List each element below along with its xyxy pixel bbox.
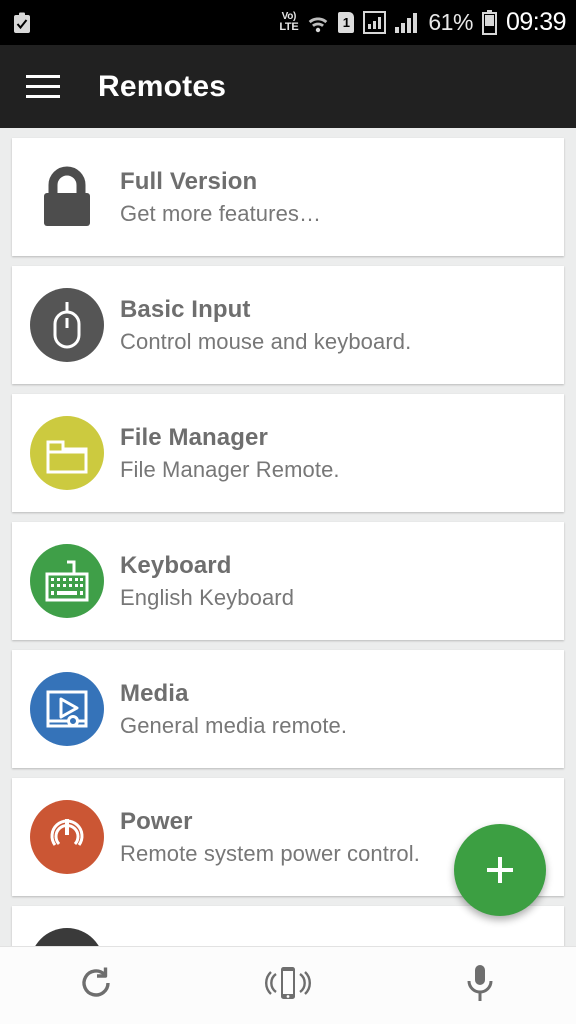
status-bar-left <box>12 12 32 34</box>
status-bar: Vo) LTE 1 61% 09:39 <box>0 0 576 45</box>
list-item-title: Full Version <box>120 167 258 195</box>
volte-bottom-label: LTE <box>279 21 299 33</box>
list-item-subtitle: File Manager Remote. <box>120 456 340 482</box>
media-play-icon <box>30 672 104 746</box>
status-bar-right: Vo) LTE 1 61% 09:39 <box>279 8 566 37</box>
power-icon <box>30 800 104 874</box>
device-vibrate-button[interactable] <box>233 947 343 1024</box>
battery-icon <box>481 10 497 35</box>
list-item-text: Basic Input Control mouse and keyboard. <box>120 294 411 357</box>
list-item-title: Media <box>120 679 189 707</box>
list-item-subtitle: General media remote. <box>120 712 348 738</box>
status-bar-clock: 09:39 <box>505 8 567 36</box>
list-item-title: Basic Input <box>120 295 251 323</box>
add-remote-fab[interactable] <box>454 824 546 916</box>
plus-icon <box>480 850 520 890</box>
list-item-text: Full Version Get more features… <box>120 166 321 229</box>
signal-boxed-icon <box>363 11 387 34</box>
app-root: Vo) LTE 1 61% 09:39 Remotes Full Version… <box>0 0 576 1024</box>
list-item-keyboard[interactable]: Keyboard English Keyboard <box>12 522 564 640</box>
keyboard-icon <box>30 544 104 618</box>
list-item-subtitle: Get more features… <box>120 200 322 226</box>
list-item-subtitle: English Keyboard <box>120 584 295 610</box>
list-item-media[interactable]: Media General media remote. <box>12 650 564 768</box>
list-item-text: File Manager File Manager Remote. <box>120 422 340 485</box>
list-item-file-manager[interactable]: File Manager File Manager Remote. <box>12 394 564 512</box>
list-item-full-version[interactable]: Full Version Get more features… <box>12 138 564 256</box>
list-item-title: Keyboard <box>120 551 232 579</box>
bottom-bar <box>0 946 576 1024</box>
list-item-subtitle: Remote system power control. <box>120 840 420 866</box>
list-item-title: Power <box>120 807 193 835</box>
app-bar: Remotes <box>0 45 576 128</box>
list-item-text: Media General media remote. <box>120 678 347 741</box>
sim-1-icon: 1 <box>338 12 355 33</box>
mouse-icon <box>30 288 104 362</box>
clipboard-check-icon <box>12 12 32 34</box>
remotes-list[interactable]: Full Version Get more features… Basic In… <box>0 128 576 946</box>
device-vibrate-icon <box>261 963 315 1008</box>
list-item-title: File Manager <box>120 423 268 451</box>
list-item-text: Power Remote system power control. <box>120 806 420 869</box>
refresh-button[interactable] <box>41 947 151 1024</box>
lock-icon <box>30 160 104 234</box>
page-title: Remotes <box>98 69 227 103</box>
refresh-icon <box>77 964 115 1007</box>
microphone-button[interactable] <box>425 947 535 1024</box>
hamburger-menu-icon[interactable] <box>20 64 66 110</box>
folder-icon <box>30 416 104 490</box>
partial-icon <box>30 928 104 946</box>
list-item-subtitle: Control mouse and keyboard. <box>120 328 412 354</box>
list-item-text: Keyboard English Keyboard <box>120 550 294 613</box>
wifi-icon <box>307 13 329 33</box>
microphone-icon <box>463 962 497 1009</box>
volte-icon: Vo) LTE <box>279 12 298 33</box>
battery-percent-label: 61% <box>428 9 473 35</box>
signal-bars-icon <box>395 12 419 33</box>
list-item-basic-input[interactable]: Basic Input Control mouse and keyboard. <box>12 266 564 384</box>
